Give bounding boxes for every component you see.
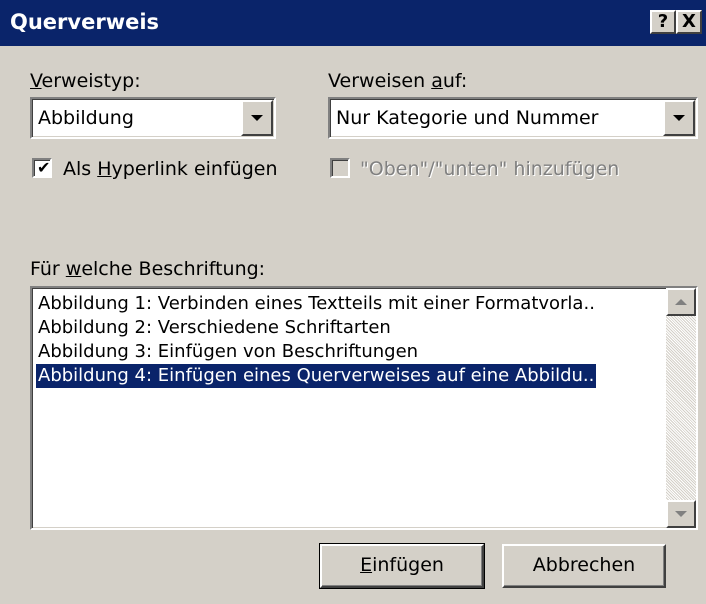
label-text: Für	[30, 258, 66, 280]
help-button[interactable]: ?	[650, 10, 676, 34]
verweisen-auf-label: Verweisen auf:	[328, 70, 467, 92]
chevron-down-icon	[251, 115, 263, 121]
verweisen-auf-value: Nur Kategorie und Nummer	[336, 107, 599, 129]
checkmark-icon: ✔	[37, 158, 51, 177]
label-text: elche Beschriftung:	[81, 258, 266, 280]
accelerator-key: E	[360, 554, 373, 576]
window-title: Querverweis	[10, 10, 160, 34]
oben-unten-checkbox[interactable]	[330, 158, 350, 178]
label-text: erweistyp:	[41, 70, 141, 92]
oben-unten-checkbox-label: "Oben"/"unten" hinzufügen	[360, 158, 620, 180]
label-text: Als	[63, 158, 98, 180]
accelerator-key: w	[65, 258, 82, 280]
verweistyp-dropdown[interactable]: Abbildung	[30, 97, 276, 139]
label-text: Verweisen	[328, 70, 432, 92]
vertical-scrollbar[interactable]	[666, 288, 696, 528]
verweisen-auf-dropdown[interactable]: Nur Kategorie und Nummer	[328, 97, 698, 139]
chevron-down-icon	[673, 115, 685, 121]
scroll-up-button[interactable]	[666, 288, 696, 316]
beschriftung-label: Für welche Beschriftung:	[30, 258, 265, 280]
list-item[interactable]: Abbildung 3: Einfügen von Beschriftungen	[36, 340, 420, 364]
cancel-button[interactable]: Abbrechen	[502, 544, 666, 588]
accelerator-key: V	[30, 70, 42, 92]
accelerator-key: H	[97, 158, 112, 180]
list-item-selected[interactable]: Abbildung 4: Einfügen eines Querverweise…	[36, 364, 597, 388]
scroll-down-button[interactable]	[666, 500, 696, 528]
title-bar[interactable]: Querverweis ? X	[0, 0, 706, 46]
beschriftung-listbox[interactable]: Abbildung 1: Verbinden eines Textteils m…	[30, 286, 698, 530]
close-button[interactable]: X	[676, 10, 702, 34]
button-label: infügen	[372, 554, 444, 576]
verweisen-auf-dropdown-button[interactable]	[663, 100, 695, 136]
list-item[interactable]: Abbildung 2: Verschiedene Schriftarten	[36, 316, 393, 340]
hyperlink-checkbox-label[interactable]: Als Hyperlink einfügen	[63, 158, 278, 180]
list-item[interactable]: Abbildung 1: Verbinden eines Textteils m…	[36, 292, 597, 316]
label-text: yperlink einfügen	[111, 158, 278, 180]
verweistyp-dropdown-button[interactable]	[241, 100, 273, 136]
arrow-up-icon	[675, 299, 687, 305]
insert-button[interactable]: Einfügen	[319, 543, 485, 589]
arrow-down-icon	[675, 511, 687, 517]
label-text: uf:	[442, 70, 468, 92]
verweistyp-label: Verweistyp:	[30, 70, 141, 92]
verweistyp-value: Abbildung	[38, 107, 134, 129]
accelerator-key: a	[431, 70, 443, 92]
hyperlink-checkbox[interactable]: ✔	[32, 158, 52, 178]
